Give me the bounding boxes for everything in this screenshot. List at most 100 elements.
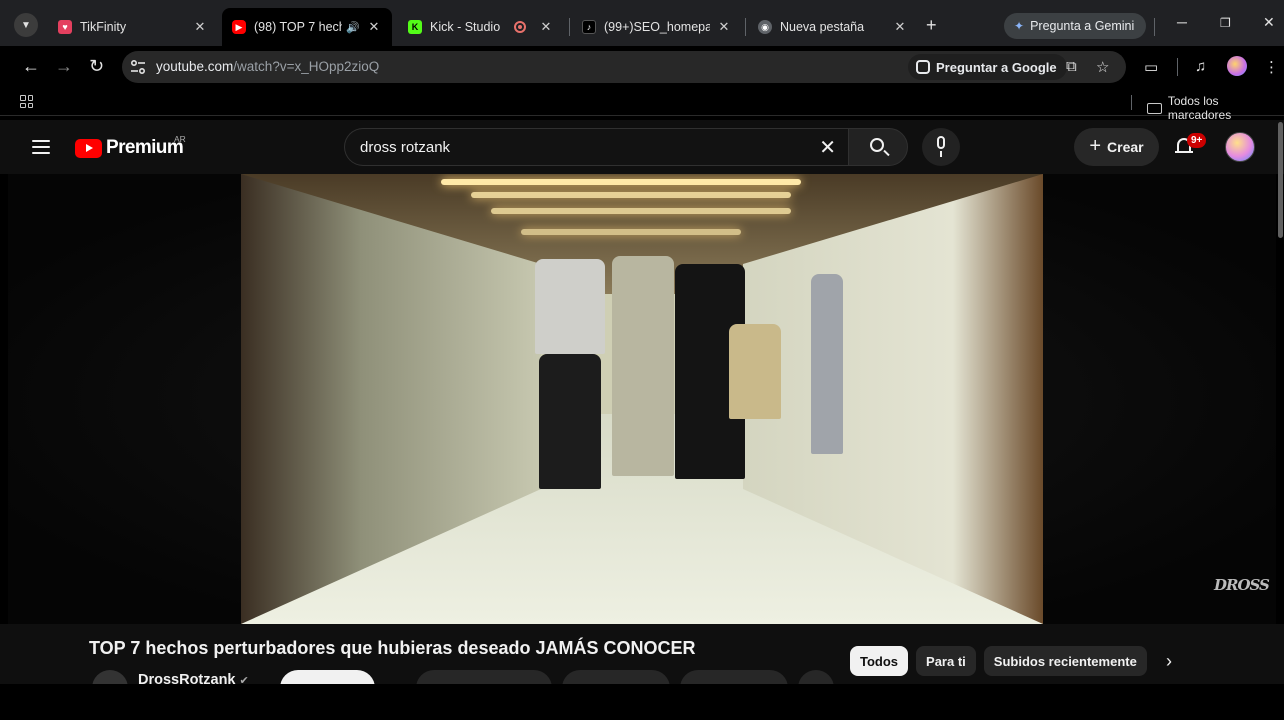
youtube-play-icon [75, 138, 102, 158]
tab-title: Nueva pestaña [780, 20, 865, 34]
chip-subidos-recientemente[interactable]: Subidos recientemente [983, 646, 1147, 676]
chrome-favicon-icon: ◉ [758, 20, 772, 34]
gemini-label: Pregunta a Gemini [1030, 19, 1135, 33]
all-bookmarks-label: Todos los marcadores [1167, 94, 1232, 122]
plus-icon: + [1089, 134, 1102, 157]
address-bar[interactable]: youtube.com/watch?v=x_HOpp2zioQ Pregunta… [122, 51, 1126, 83]
recording-icon [514, 21, 526, 33]
url-path: /watch?v=x_HOpp2zioQ [233, 59, 380, 74]
chevron-right-icon[interactable]: › [1166, 651, 1172, 672]
gemini-button[interactable]: ✦ Pregunta a Gemini [1004, 13, 1147, 39]
new-tab-plus-icon[interactable]: + [926, 15, 937, 36]
forward-arrow-icon[interactable]: → [55, 56, 73, 77]
back-arrow-icon[interactable]: ← [22, 56, 40, 77]
close-tab-icon[interactable]: ✕ [716, 19, 732, 35]
voice-search-button[interactable] [922, 128, 960, 166]
tab-title: TikFinity [80, 20, 127, 34]
youtube-logo[interactable]: Premium [75, 137, 184, 159]
video-title: TOP 7 hechos perturbadores que hubieras … [89, 638, 696, 658]
youtube-favicon-icon: ▶ [232, 20, 246, 34]
video-info: TOP 7 hechos perturbadores que hubieras … [0, 624, 1284, 706]
minimize-icon[interactable]: ─ [1177, 14, 1187, 30]
hamburger-menu-icon[interactable] [32, 140, 50, 154]
search-button[interactable] [848, 128, 908, 166]
tab-kick-studio[interactable]: K Kick - Studio ✕ [398, 8, 564, 46]
close-tab-icon[interactable]: ✕ [538, 19, 554, 35]
microphone-icon [937, 136, 945, 149]
channel-watermark[interactable]: DROSS [1214, 576, 1270, 594]
site-settings-icon[interactable] [130, 59, 146, 75]
ceiling-light [491, 208, 791, 214]
tab-separator [745, 18, 746, 36]
viewport-bottom [0, 684, 1284, 720]
menu-kebab-icon[interactable]: ⋮ [1264, 58, 1279, 76]
video-player[interactable]: DROSS [8, 174, 1276, 624]
media-controls-icon[interactable]: ♫ [1195, 58, 1206, 75]
ask-google-button[interactable]: Preguntar a Google [908, 54, 1067, 80]
url-host: youtube.com [156, 59, 234, 74]
tab-title: Kick - Studio [430, 20, 501, 34]
ceiling-light [471, 192, 791, 198]
ceiling-light [521, 229, 741, 235]
create-label: Crear [1107, 139, 1144, 155]
tab-tikfinity[interactable]: ♥ TikFinity ✕ [48, 8, 218, 46]
clear-search-icon[interactable]: ✕ [819, 135, 836, 160]
microphone-stem [940, 151, 942, 157]
gemini-sparkle-icon: ✦ [1014, 19, 1025, 33]
close-tab-icon[interactable]: ✕ [192, 19, 208, 35]
bookmarks-separator [1131, 95, 1132, 110]
apps-grid-icon[interactable] [20, 95, 33, 108]
youtube-masthead: Premium AR dross rotzank ✕ + Crear 9+ [0, 120, 1284, 174]
scene-person [535, 259, 605, 354]
tab-new-tab[interactable]: ◉ Nueva pestaña ✕ [748, 8, 918, 46]
tiktok-favicon-icon: ♪ [582, 20, 596, 34]
ask-google-label: Preguntar a Google [936, 59, 1057, 75]
cast-icon[interactable]: ▭ [1144, 58, 1158, 76]
page-scrollbar[interactable] [1278, 122, 1283, 238]
tab-youtube-video[interactable]: ▶ (98) TOP 7 hechos 🔊 ✕ [222, 8, 392, 46]
browser-toolbar: ← → ↻ youtube.com/watch?v=x_HOpp2zioQ Pr… [0, 46, 1284, 88]
create-button[interactable]: + Crear [1074, 128, 1159, 166]
logo-text: Premium [106, 137, 184, 158]
account-avatar[interactable] [1225, 132, 1255, 162]
scene-desk [729, 324, 781, 419]
install-app-icon[interactable]: ⧉ [1066, 58, 1077, 75]
chip-todos[interactable]: Todos [850, 646, 909, 676]
search-input[interactable]: dross rotzank ✕ [344, 128, 850, 166]
chevron-down-icon: ▼ [21, 19, 31, 31]
profile-avatar[interactable] [1227, 56, 1247, 76]
tab-separator [1154, 18, 1155, 36]
country-code: AR [174, 134, 186, 144]
tab-seo-homepage[interactable]: ♪ (99+)SEO_homepage ✕ [572, 8, 742, 46]
speaker-icon[interactable]: 🔊 [346, 21, 360, 34]
tab-title: (98) TOP 7 hechos [254, 20, 343, 34]
bookmark-star-icon[interactable]: ☆ [1096, 58, 1109, 76]
all-bookmarks-button[interactable]: Todos los marcadores [1147, 94, 1284, 122]
close-window-icon[interactable]: ✕ [1263, 14, 1275, 31]
url-text[interactable]: youtube.com/watch?v=x_HOpp2zioQ [156, 59, 379, 74]
scene-person [811, 274, 843, 454]
ceiling-light [441, 179, 801, 185]
folder-icon [1147, 102, 1162, 114]
close-tab-icon[interactable]: ✕ [366, 19, 382, 35]
toolbar-separator [1177, 58, 1178, 76]
search-icon [870, 138, 884, 152]
restore-icon[interactable]: ❐ [1220, 16, 1231, 30]
tab-search-button[interactable]: ▼ [14, 13, 38, 37]
close-tab-icon[interactable]: ✕ [892, 19, 908, 35]
scene-person [539, 354, 601, 489]
google-lens-icon [916, 60, 930, 74]
kick-favicon-icon: K [408, 20, 422, 34]
tab-title: (99+)SEO_homepage [604, 20, 710, 34]
tab-separator [569, 18, 570, 36]
bookmarks-bar: Todos los marcadores [0, 88, 1284, 122]
tab-strip: ▼ ♥ TikFinity ✕ ▶ (98) TOP 7 hechos 🔊 ✕ … [0, 0, 1284, 46]
scene-person [612, 256, 674, 476]
video-frame [241, 174, 1043, 624]
reload-icon[interactable]: ↻ [89, 56, 104, 77]
search-query: dross rotzank [360, 139, 451, 156]
related-filter-chips: Todos Para ti Subidos recientemente [850, 646, 1147, 676]
chip-para-ti[interactable]: Para ti [916, 646, 976, 676]
notification-badge: 9+ [1187, 133, 1207, 148]
tikfinity-favicon-icon: ♥ [58, 20, 72, 34]
